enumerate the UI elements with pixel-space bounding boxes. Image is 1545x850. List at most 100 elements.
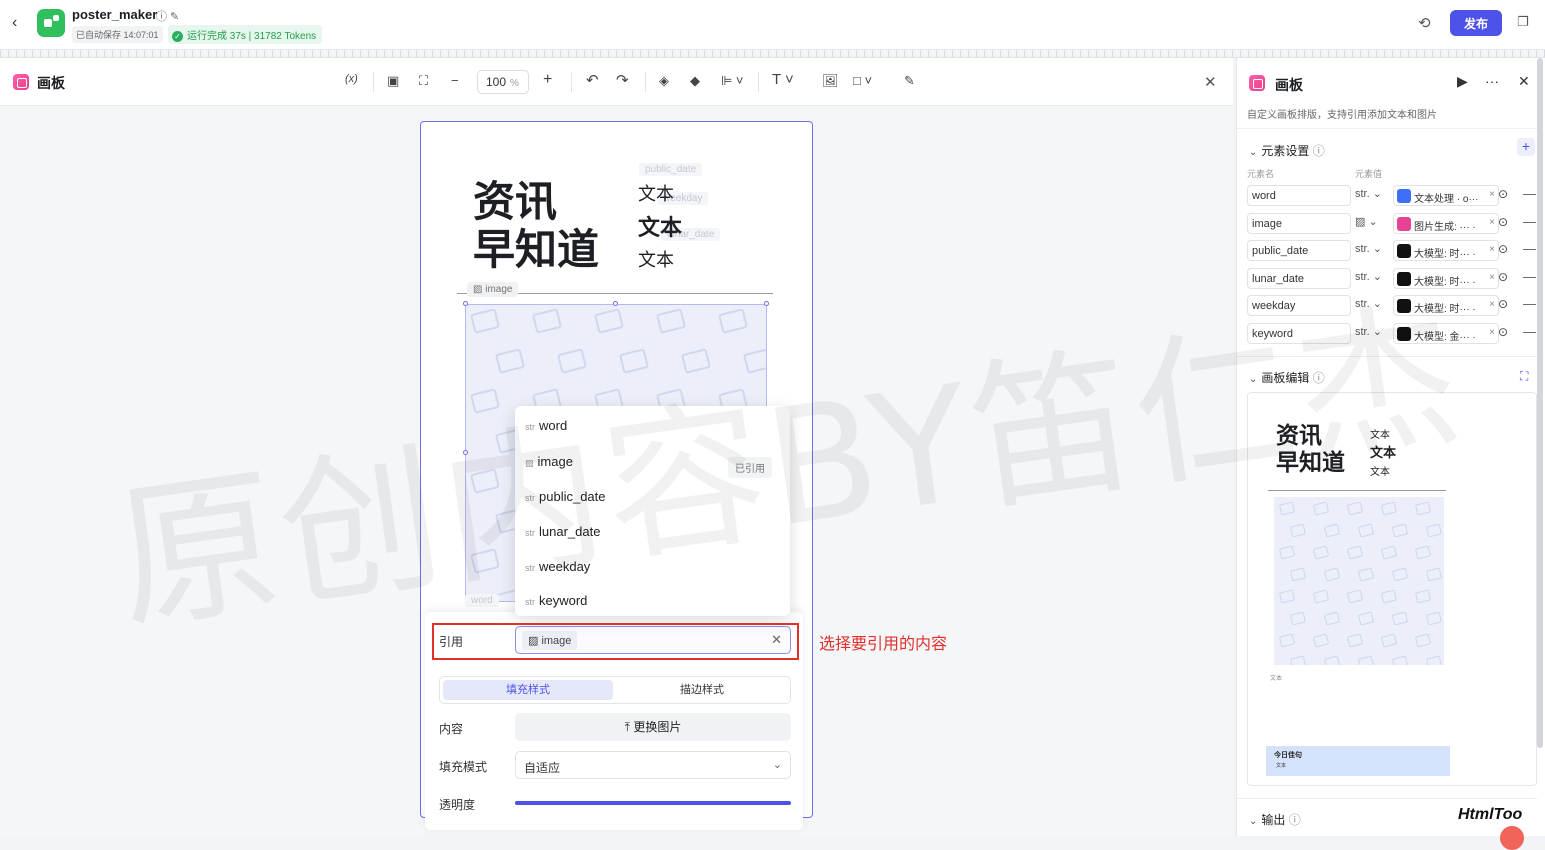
image-placeholder-icon — [1346, 589, 1364, 604]
poster-title[interactable]: 资讯 早知道 — [473, 178, 599, 274]
element-name-input[interactable]: lunar_date — [1247, 267, 1351, 289]
output-header[interactable]: ⌄ 输出 ⓘ — [1249, 811, 1301, 828]
text-element-1[interactable]: 文本 — [638, 180, 674, 206]
history-icon[interactable]: ⟲ — [1418, 14, 1431, 32]
remove-element-icon[interactable]: — — [1523, 186, 1536, 201]
layer-up-icon[interactable]: ◈ — [659, 73, 669, 89]
element-type-select[interactable]: str. ⌄ — [1355, 325, 1389, 338]
element-value-chip[interactable]: 大模型: 时··· · × — [1393, 267, 1499, 289]
dropdown-item-image[interactable]: ▨ image 已引用 — [525, 454, 780, 484]
text-tool-icon[interactable]: T ˅ — [772, 71, 794, 88]
element-name-input[interactable]: keyword — [1247, 323, 1351, 344]
element-value-chip[interactable]: 大模型: 时··· · × — [1393, 240, 1499, 262]
tab-stroke-style[interactable]: 描边样式 — [616, 680, 788, 700]
element-value-chip[interactable]: 图片生成: ··· · × — [1393, 212, 1499, 234]
remove-element-icon[interactable]: — — [1523, 241, 1536, 256]
image-placeholder-icon — [1380, 589, 1398, 604]
image-placeholder-icon — [717, 308, 749, 334]
target-icon[interactable]: ⊙ — [1498, 242, 1508, 256]
element-value-chip[interactable]: 大模型: 金··· · × — [1393, 323, 1499, 344]
align-icon[interactable]: ⊫ ˅ — [721, 73, 744, 89]
publish-button[interactable]: 发布 — [1450, 10, 1502, 36]
element-type-select[interactable]: ▨ ⌄ — [1355, 215, 1389, 228]
element-name-input[interactable]: image — [1247, 212, 1351, 234]
fill-mode-select[interactable]: 自适应 ⌄ — [515, 751, 791, 779]
image-tool-icon[interactable]: 🖼 — [822, 73, 839, 89]
element-name-input[interactable]: weekday — [1247, 295, 1351, 317]
image-placeholder-icon — [1323, 611, 1341, 626]
replace-image-label: 更换图片 — [633, 720, 682, 734]
type-str-icon: str — [525, 422, 535, 432]
target-icon[interactable]: ⊙ — [1498, 297, 1508, 311]
type-str-icon: str — [525, 493, 535, 503]
close-icon[interactable]: ✕ — [1204, 73, 1217, 91]
editor-title: 画板 — [37, 75, 65, 91]
info-edit-icons[interactable]: ⓘ ✎ — [156, 8, 179, 24]
canvas-edit-header[interactable]: ⌄ 画板编辑 ⓘ — [1249, 369, 1325, 386]
element-name-input[interactable]: word — [1247, 185, 1351, 206]
element-name-input[interactable]: public_date — [1247, 240, 1351, 262]
canvas-node-icon — [13, 74, 29, 90]
target-icon[interactable]: ⊙ — [1498, 270, 1508, 284]
element-value-chip[interactable]: 文本处理 · o··· × — [1393, 185, 1499, 206]
close-icon[interactable]: ✕ — [1518, 73, 1530, 90]
element-type-select[interactable]: str. ⌄ — [1355, 242, 1389, 255]
remove-element-icon[interactable]: — — [1523, 324, 1536, 339]
clear-icon[interactable]: × — [1489, 272, 1495, 283]
zoom-input[interactable]: 100% — [477, 70, 529, 94]
resize-handle[interactable] — [613, 301, 618, 306]
zoom-in-icon[interactable]: + — [543, 71, 552, 89]
element-type-select[interactable]: str. ⌄ — [1355, 187, 1389, 200]
window-icon[interactable]: ❐ — [1517, 14, 1529, 30]
clear-icon[interactable]: × — [1489, 244, 1495, 255]
image-placeholder-icon — [618, 348, 650, 374]
scrollbar[interactable] — [1537, 58, 1543, 748]
clear-icon[interactable]: × — [1489, 217, 1495, 228]
remove-element-icon[interactable]: — — [1523, 214, 1536, 229]
dropdown-item-public-date[interactable]: str public_date — [525, 489, 780, 519]
expand-icon[interactable]: ⛶ — [1520, 369, 1528, 384]
opacity-slider[interactable] — [515, 801, 791, 805]
text-element-3[interactable]: 文本 — [638, 246, 674, 272]
back-arrow-icon[interactable]: ‹ — [12, 14, 17, 32]
add-element-button[interactable]: + — [1517, 138, 1535, 156]
preview-small-text: 文本 — [1270, 676, 1283, 682]
text-element-2[interactable]: 文本 — [638, 210, 682, 242]
frame-icon[interactable]: ▣ — [387, 73, 399, 89]
fit-screen-icon[interactable]: ⛶ — [419, 73, 428, 89]
shape-tool-icon[interactable]: □ ˅ — [853, 73, 872, 88]
target-icon[interactable]: ⊙ — [1498, 215, 1508, 229]
resize-handle[interactable] — [463, 450, 468, 455]
pen-tool-icon[interactable]: ✎ — [904, 73, 915, 89]
replace-image-button[interactable]: ⤒ 更换图片 — [515, 713, 791, 741]
remove-element-icon[interactable]: — — [1523, 296, 1536, 311]
clear-icon[interactable]: × — [1489, 189, 1495, 200]
clear-icon[interactable]: × — [1489, 327, 1495, 338]
element-settings-header[interactable]: ⌄ 元素设置 ⓘ — [1249, 142, 1325, 159]
element-value-chip[interactable]: 大模型: 时··· · × — [1393, 295, 1499, 317]
dropdown-item-word[interactable]: str word — [525, 418, 780, 448]
zoom-out-icon[interactable]: − — [451, 73, 459, 88]
variable-button[interactable]: (x) — [345, 73, 358, 85]
resize-handle[interactable] — [463, 301, 468, 306]
dropdown-item-keyword[interactable]: str keyword — [525, 593, 780, 623]
layer-down-icon[interactable]: ◆ — [690, 73, 700, 89]
remove-element-icon[interactable]: — — [1523, 269, 1536, 284]
target-icon[interactable]: ⊙ — [1498, 187, 1508, 201]
resize-handle[interactable] — [764, 301, 769, 306]
more-icon[interactable]: ··· — [1485, 73, 1499, 89]
redo-icon[interactable]: ↷ — [616, 71, 629, 89]
canvas-preview[interactable]: 资讯 早知道 文本 文本 文本 文本 今日佳句 文本 — [1247, 392, 1537, 786]
type-label: str. — [1355, 298, 1370, 311]
image-placeholder-icon — [469, 548, 501, 574]
target-icon[interactable]: ⊙ — [1498, 325, 1508, 339]
dropdown-item-weekday[interactable]: str weekday — [525, 559, 780, 589]
tab-fill-style[interactable]: 填充样式 — [443, 680, 613, 700]
dropdown-item-lunar-date[interactable]: str lunar_date — [525, 524, 780, 554]
run-icon[interactable]: ▶ — [1457, 73, 1468, 90]
element-type-select[interactable]: str. ⌄ — [1355, 270, 1389, 283]
element-type-select[interactable]: str. ⌄ — [1355, 297, 1389, 310]
undo-icon[interactable]: ↶ — [586, 71, 599, 89]
preview-quote-title: 今日佳句 — [1274, 752, 1302, 759]
clear-icon[interactable]: × — [1489, 299, 1495, 310]
